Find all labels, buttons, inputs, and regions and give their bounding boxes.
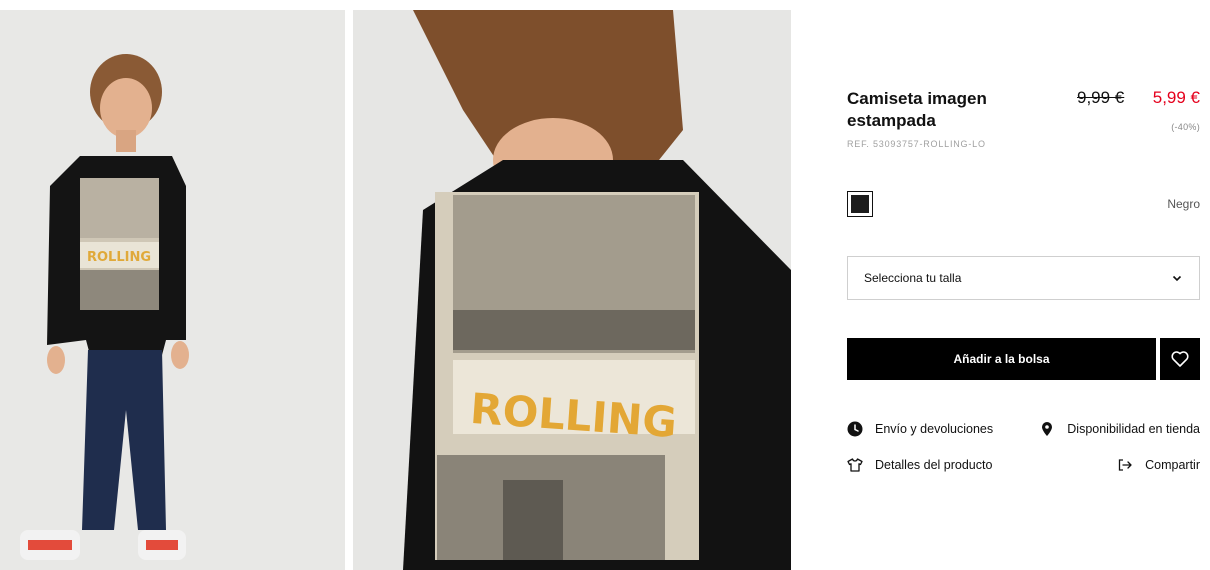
sale-price: 5,99 € [1152, 88, 1200, 107]
location-pin-icon [1042, 422, 1053, 436]
product-reference: REF. 53093757-ROLLING-LO [847, 139, 986, 149]
share-icon [1118, 459, 1132, 471]
product-title: Camiseta imagen estampada [847, 89, 987, 130]
print-text-small: ROLLING [87, 250, 151, 265]
original-price: 9,99 € [1077, 88, 1125, 107]
product-image-closeup[interactable]: ROLLING [353, 10, 791, 570]
clock-icon [847, 421, 863, 437]
shipping-returns-label: Envío y devoluciones [875, 422, 994, 436]
add-to-bag-button[interactable]: Añadir a la bolsa [847, 338, 1156, 380]
product-image-full[interactable]: ROLLING [0, 10, 345, 570]
product-info-panel: Camiseta imagen estampada 9,99 € 5,99 € … [847, 0, 1200, 570]
store-availability-label: Disponibilidad en tienda [1067, 422, 1200, 436]
shipping-returns-link[interactable]: Envío y devoluciones [847, 421, 993, 437]
chevron-down-icon [1172, 275, 1182, 282]
heart-icon [1171, 351, 1189, 367]
add-to-bag-label: Añadir a la bolsa [953, 352, 1050, 366]
size-selector-placeholder: Selecciona tu talla [864, 271, 962, 285]
tshirt-icon [847, 458, 863, 472]
share-link[interactable]: Compartir [1117, 457, 1200, 473]
product-details-label: Detalles del producto [875, 458, 993, 472]
color-swatch-fill [851, 195, 869, 213]
color-swatch-black[interactable] [847, 191, 873, 217]
product-photo-full-body: ROLLING [0, 10, 345, 570]
share-label: Compartir [1145, 458, 1200, 472]
product-details-link[interactable]: Detalles del producto [847, 457, 992, 473]
store-availability-link[interactable]: Disponibilidad en tienda [1039, 421, 1200, 437]
discount-percentage: (-40%) [1171, 122, 1200, 132]
selected-color-name: Negro [1167, 197, 1200, 211]
product-photo-closeup: ROLLING [353, 10, 791, 570]
size-selector[interactable]: Selecciona tu talla [847, 256, 1200, 300]
add-to-favorites-button[interactable] [1160, 338, 1200, 380]
